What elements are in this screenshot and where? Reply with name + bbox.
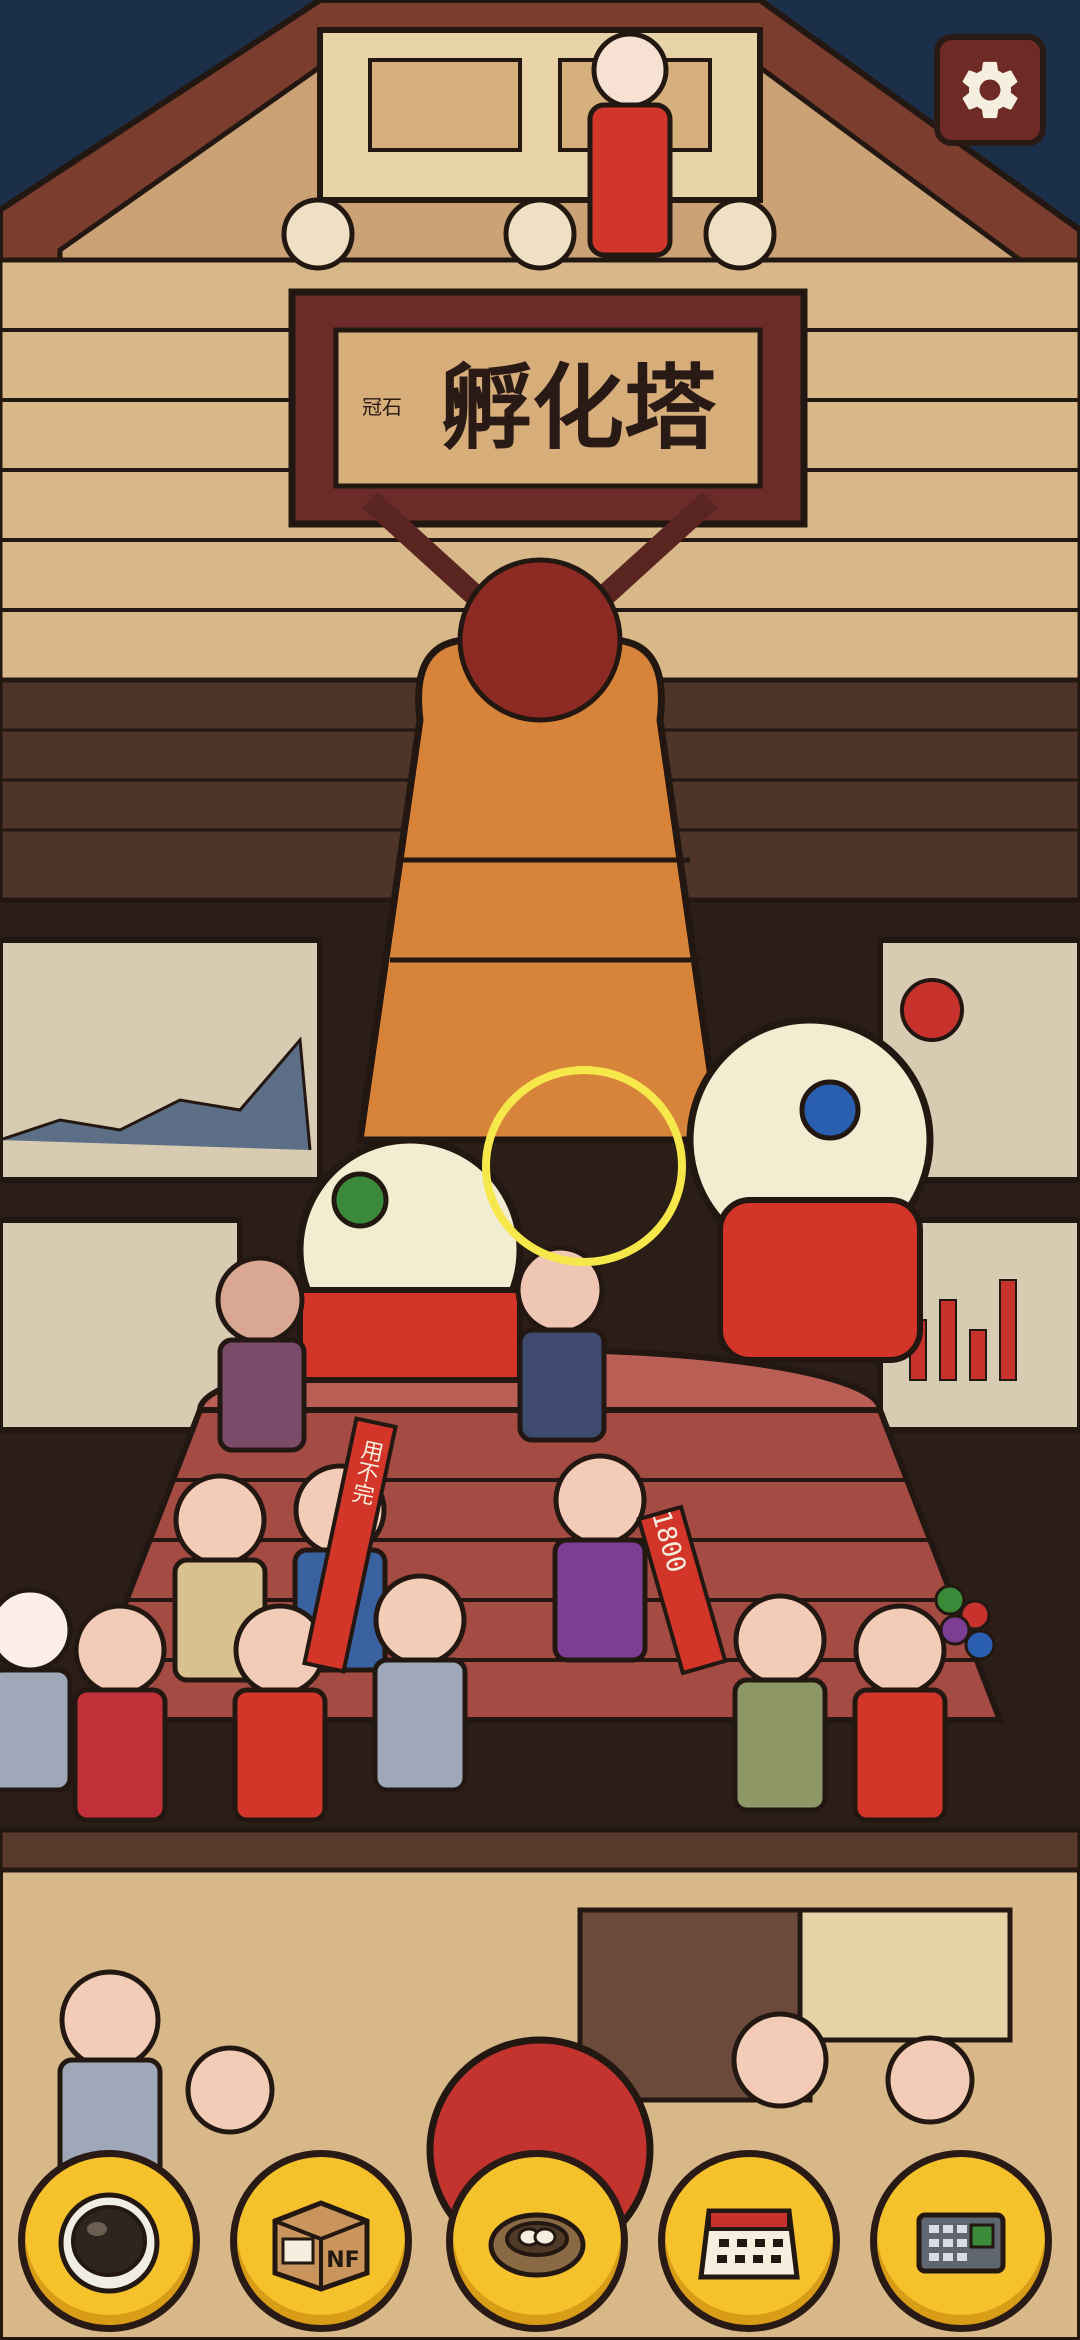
- flute-player-head: [591, 31, 669, 109]
- toolbar-slot-nest[interactable]: [446, 2150, 628, 2332]
- item-toolbar: NF: [0, 2150, 1080, 2340]
- package-label: NF: [326, 2248, 359, 2273]
- toolbar-slot-package[interactable]: NF: [230, 2150, 412, 2332]
- settings-button[interactable]: [934, 34, 1046, 146]
- signboard-title: 孵化塔: [440, 354, 717, 462]
- nest-icon: [488, 2212, 586, 2278]
- keypad-device-icon: [916, 2212, 1006, 2274]
- hint-highlight-circle: [482, 1066, 686, 1266]
- toolbar-slot-device[interactable]: [870, 2150, 1052, 2332]
- box-icon: NF: [272, 2200, 370, 2292]
- bell-knot: [457, 557, 623, 723]
- signboard-seal: 冠石: [362, 395, 402, 419]
- flute-player-body: [587, 102, 673, 258]
- helmet-icon: [58, 2192, 160, 2294]
- toolbar-slot-calendar[interactable]: [658, 2150, 840, 2332]
- gear-icon: [962, 61, 1018, 119]
- calendar-icon: [698, 2208, 800, 2280]
- toolbar-slot-helmet[interactable]: [18, 2150, 200, 2332]
